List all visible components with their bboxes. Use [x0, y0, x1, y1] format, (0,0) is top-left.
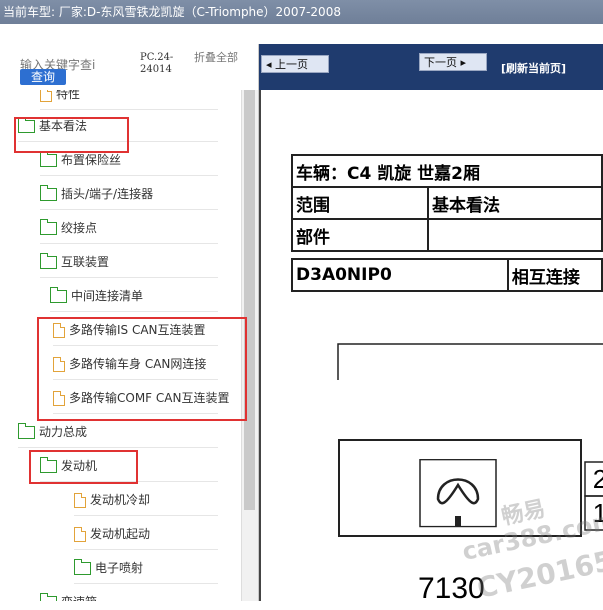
tree-item[interactable]: 中间连接清单	[50, 280, 218, 312]
info-table: 车辆：C4 凯旋 世嘉2厢 范围 基本看法 部件	[291, 154, 603, 252]
doc-icon	[74, 493, 86, 508]
pc-code-label: PC.24-24014	[140, 52, 174, 75]
top-band	[0, 24, 603, 44]
scrollbar-thumb[interactable]	[244, 90, 255, 510]
doc-icon	[74, 527, 86, 542]
tree-item-label: 特性	[56, 90, 81, 101]
tree-item[interactable]: 发动机冷却	[74, 484, 218, 516]
prev-page-button[interactable]: ◂ 上一页	[261, 55, 329, 73]
tree-item-label: 电子喷射	[95, 561, 144, 575]
left-panel: 查询 PC.24-24014 折叠全部 特性基本看法布置保险丝插头/端子/连接器…	[0, 44, 259, 601]
search-button[interactable]: 查询	[20, 69, 66, 85]
collapse-all-link[interactable]: 折叠全部	[194, 52, 238, 64]
folder-icon	[18, 423, 35, 439]
search-bar: 查询 PC.24-24014 折叠全部	[0, 44, 258, 90]
diagram-outline	[337, 343, 603, 380]
tree-item[interactable]: 绞接点	[40, 212, 218, 244]
next-page-label: 下一页	[424, 56, 457, 69]
component-value-cell	[427, 218, 603, 252]
title-bar: 当前车型: 厂家:D-东风雪铁龙凯旋（C-Triomphe）2007-2008	[0, 0, 603, 24]
code-table: D3A0NIP0 相互连接	[291, 258, 603, 292]
document-viewer: ◂ 上一页 下一页 ▸ [刷新当前页] 车辆：C4 凯旋 世嘉2厢 范围 基本看…	[259, 44, 603, 605]
folder-icon	[40, 219, 57, 235]
folder-icon	[40, 593, 57, 601]
folder-icon	[40, 151, 57, 167]
component-label-cell: 部件	[291, 218, 429, 252]
viewer-toolbar: ◂ 上一页 下一页 ▸ [刷新当前页]	[259, 44, 603, 90]
indicator-symbol-icon	[419, 459, 497, 528]
highlight-can-items	[37, 317, 247, 421]
tree-item[interactable]: 变速箱	[40, 586, 218, 601]
tree-item-label: 发动机冷却	[90, 493, 151, 507]
refresh-page-link[interactable]: [刷新当前页]	[501, 60, 566, 76]
tree-item-label: 变速箱	[61, 595, 97, 601]
tree-item[interactable]: 电子喷射	[74, 552, 218, 584]
tree-item-label: 插头/端子/连接器	[61, 187, 154, 201]
document-page: 车辆：C4 凯旋 世嘉2厢 范围 基本看法 部件 D3A0NIP0 相互连接 2…	[259, 90, 603, 605]
tree-item[interactable]: 发动机起动	[74, 518, 218, 550]
relation-cell: 相互连接	[506, 258, 603, 292]
next-page-button[interactable]: 下一页 ▸	[419, 53, 487, 71]
folder-icon	[40, 253, 57, 269]
tree-item-label: 中间连接清单	[71, 289, 144, 303]
prev-arrow-icon: ◂	[266, 58, 276, 71]
highlight-basic-view	[14, 117, 129, 153]
code-cell: D3A0NIP0	[291, 258, 509, 292]
scope-label-cell: 范围	[291, 186, 429, 220]
next-arrow-icon: ▸	[457, 56, 467, 69]
tree-item-label: 动力总成	[39, 425, 88, 439]
folder-icon	[40, 185, 57, 201]
tree-item-label: 发动机起动	[90, 527, 151, 541]
doc-icon	[40, 90, 52, 102]
pin-label-2: 2	[593, 464, 603, 494]
tree-item-label: 绞接点	[61, 221, 98, 235]
prev-page-label: 上一页	[275, 58, 309, 71]
folder-icon	[74, 559, 91, 575]
tree-item[interactable]: 插头/端子/连接器	[40, 178, 218, 210]
highlight-engine	[29, 450, 138, 484]
tree-item-label: 互联装置	[61, 255, 110, 269]
tree-item[interactable]: 特性	[40, 90, 218, 110]
tree-item-label: 布置保险丝	[61, 153, 122, 167]
scope-value-cell: 基本看法	[427, 186, 603, 220]
folder-icon	[50, 287, 67, 303]
vehicle-cell: 车辆：C4 凯旋 世嘉2厢	[291, 154, 603, 188]
tree-item[interactable]: 互联装置	[40, 246, 218, 278]
